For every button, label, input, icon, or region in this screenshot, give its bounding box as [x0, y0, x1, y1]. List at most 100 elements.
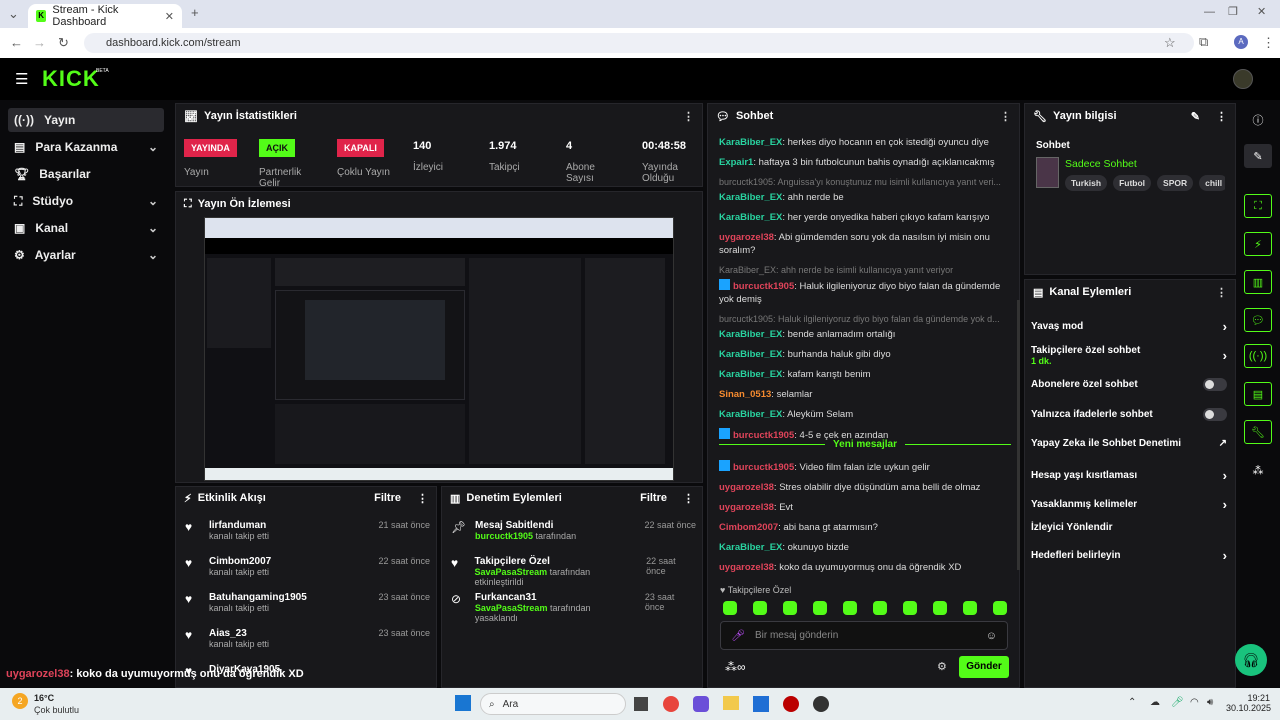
emote-icon[interactable]: [993, 601, 1007, 615]
stream-preview-video[interactable]: [204, 217, 674, 481]
channel-action-item[interactable]: Yavaş mod ›: [1031, 319, 1227, 334]
app-icon[interactable]: [813, 696, 829, 712]
filter-button[interactable]: Filtre: [640, 492, 667, 504]
chat-reply-context[interactable]: burcuctk1905: Anguissa'yı konuştunuz mu …: [719, 176, 1015, 189]
support-headset-icon[interactable]: 🎧︎: [1235, 644, 1267, 676]
moderator-name[interactable]: burcuctk1905: [475, 531, 533, 541]
channel-action-item[interactable]: Yalnızca ifadelerle sohbet: [1031, 408, 1227, 421]
broadcast-icon[interactable]: ((·)): [1244, 344, 1272, 368]
chat-message[interactable]: uygarozel38: Evt: [719, 501, 1015, 514]
sidebar-item-para-kazanma[interactable]: ▤ Para Kazanma ⌄: [8, 135, 164, 159]
chat-message[interactable]: KaraBiber_EX: her yerde onyedika haberi …: [719, 211, 1015, 224]
chat-reply-context[interactable]: KaraBiber_EX: ahh nerde be isimli kullan…: [719, 264, 1015, 277]
moderator-name[interactable]: SavaPasaStream: [475, 567, 548, 577]
emoji-icon[interactable]: ☺: [986, 630, 997, 642]
new-tab-icon[interactable]: +: [191, 5, 199, 20]
chat-input[interactable]: 🎤︎ Bir mesaj gönderin ☺: [720, 621, 1008, 650]
reload-icon[interactable]: ↻: [58, 35, 69, 51]
channel-action-item[interactable]: İzleyici Yönlendir: [1031, 522, 1227, 533]
extensions-icon[interactable]: ⧉: [1199, 34, 1208, 50]
activity-item[interactable]: ♥ Aias_23 kanalı takip etti 23 saat önce: [185, 628, 430, 664]
chat-message[interactable]: Expair1: haftaya 3 bin futbolcunun bahis…: [719, 156, 1015, 169]
wifi-icon[interactable]: ◠: [1190, 697, 1199, 708]
channel-action-item[interactable]: Yasaklanmış kelimeler ›: [1031, 497, 1227, 512]
more-options-icon[interactable]: ⋮: [683, 492, 694, 505]
infinity-icon[interactable]: ⁂∞: [725, 660, 746, 674]
chat-message[interactable]: KaraBiber_EX: Aleyküm Selam: [719, 408, 1015, 421]
emote-icon[interactable]: [843, 601, 857, 615]
volume-icon[interactable]: 🔊︎: [1207, 697, 1213, 708]
channel-action-item[interactable]: Hesap yaşı kısıtlaması ›: [1031, 468, 1227, 483]
emote-icon[interactable]: [723, 601, 737, 615]
chat-username[interactable]: KaraBiber_EX: [719, 369, 782, 380]
moderator-name[interactable]: SavaPasaStream: [475, 603, 548, 613]
browser-menu-icon[interactable]: ⋮: [1262, 35, 1275, 51]
moderation-item[interactable]: ⊘ Furkancan31 SavaPasaStream tarafından ya…: [451, 592, 696, 628]
activity-item[interactable]: ♥ Cimbom2007 kanalı takip etti 22 saat önce: [185, 556, 430, 592]
chat-username[interactable]: KaraBiber_EX: [719, 192, 782, 203]
activity-item[interactable]: ♥ lirfanduman kanalı takip etti 21 saat önc…: [185, 520, 430, 556]
notification-badge[interactable]: 2: [12, 693, 28, 709]
filter-button[interactable]: Filtre: [374, 492, 401, 504]
restore-icon[interactable]: ❐: [1228, 5, 1238, 18]
minimize-icon[interactable]: —: [1204, 6, 1215, 18]
chat-bubble-icon[interactable]: 💬︎: [1244, 308, 1272, 332]
more-options-icon[interactable]: ⋮: [1216, 286, 1227, 299]
moderation-item[interactable]: ♥ Takipçilere Özel SavaPasaStream tarafınd…: [451, 556, 696, 592]
emote-icon[interactable]: [813, 601, 827, 615]
edit-pencil-icon[interactable]: ✎: [1244, 144, 1272, 168]
more-options-icon[interactable]: ⋮: [1000, 110, 1011, 123]
kick-logo[interactable]: KICK: [42, 66, 100, 92]
channel-action-item[interactable]: Abonelere özel sohbet: [1031, 378, 1227, 391]
emote-icon[interactable]: [783, 601, 797, 615]
chat-message[interactable]: uygarozel38: Abi gümdemden soru yok da n…: [719, 231, 1015, 257]
sidebar-item-studyo[interactable]: ⛶ Stüdyo ⌄: [8, 189, 164, 213]
chat-username[interactable]: KaraBiber_EX: [719, 349, 782, 360]
info-icon[interactable]: ⓘ: [1244, 108, 1272, 132]
chat-username[interactable]: uygarozel38: [719, 562, 774, 573]
forward-icon[interactable]: →: [33, 35, 46, 50]
chat-username[interactable]: Sinan_0513: [719, 389, 771, 400]
task-view-icon[interactable]: [634, 697, 648, 711]
bookmark-star-icon[interactable]: ☆: [1164, 35, 1176, 51]
wrench-icon[interactable]: 🔧︎: [1244, 420, 1272, 444]
chat-username[interactable]: KaraBiber_EX: [719, 212, 782, 223]
tag[interactable]: chill: [1199, 175, 1225, 191]
close-window-icon[interactable]: ✕: [1257, 5, 1266, 18]
chat-message[interactable]: Cimbom2007: abi bana gt atarmısın?: [719, 521, 1015, 534]
chat-message[interactable]: KaraBiber_EX: ahh nerde be: [719, 191, 1015, 204]
weather-desc[interactable]: Çok bulutlu: [34, 705, 79, 715]
chat-username[interactable]: Expair1: [719, 157, 753, 168]
chat-message[interactable]: KaraBiber_EX: herkes diyo hocanın en çok…: [719, 136, 1015, 149]
more-options-icon[interactable]: ⋮: [1216, 110, 1227, 123]
microphone-icon[interactable]: 🎤︎: [1171, 697, 1184, 708]
chat-message[interactable]: KaraBiber_EX: burhanda haluk gibi diyo: [719, 348, 1015, 361]
chat-message[interactable]: uygarozel38: koko da uyumuyormuş onu da …: [719, 561, 1015, 574]
sidebar-item-ayarlar[interactable]: ⚙ Ayarlar ⌄: [8, 243, 164, 267]
chat-message[interactable]: burcuctk1905: Haluk ilgileniyoruz diyo b…: [719, 279, 1015, 306]
more-options-icon[interactable]: ⋮: [683, 110, 694, 123]
app-icon[interactable]: [783, 696, 799, 712]
cloud-icon[interactable]: ☁: [1150, 697, 1160, 708]
tray-chevron-up-icon[interactable]: ⌃: [1128, 697, 1136, 708]
url-field[interactable]: dashboard.kick.com/stream: [84, 33, 1194, 53]
tag[interactable]: Futbol: [1113, 175, 1152, 191]
tag[interactable]: Turkish: [1065, 175, 1108, 191]
chat-message[interactable]: Sinan_0513: selamlar: [719, 388, 1015, 401]
chat-message[interactable]: burcuctk1905: Video film falan izle uyku…: [719, 460, 1015, 474]
chat-username[interactable]: Cimbom2007: [719, 522, 778, 533]
more-options-icon[interactable]: ⋮: [417, 492, 428, 505]
store-icon[interactable]: [753, 696, 769, 712]
sidebar-item-kanal[interactable]: ▣ Kanal ⌄: [8, 216, 164, 240]
chat-reply-context[interactable]: burcuctk1905: Haluk ilgileniyoruz diyo b…: [719, 313, 1015, 326]
preview-icon[interactable]: ⛶: [1244, 194, 1272, 218]
tab-list-icon[interactable]: ⌄: [8, 6, 19, 22]
emote-icon[interactable]: [873, 601, 887, 615]
chrome-icon[interactable]: [663, 696, 679, 712]
sidebar-item-yayin[interactable]: ((·)) Yayın: [8, 108, 164, 132]
edit-pencil-icon[interactable]: ✎: [1191, 110, 1200, 123]
file-explorer-icon[interactable]: [723, 696, 739, 710]
chat-message[interactable]: uygarozel38: Stres olabilir diye düşündü…: [719, 481, 1015, 494]
taskbar-search[interactable]: ⌕ Ara: [480, 693, 626, 715]
toggle-switch[interactable]: [1203, 408, 1227, 421]
